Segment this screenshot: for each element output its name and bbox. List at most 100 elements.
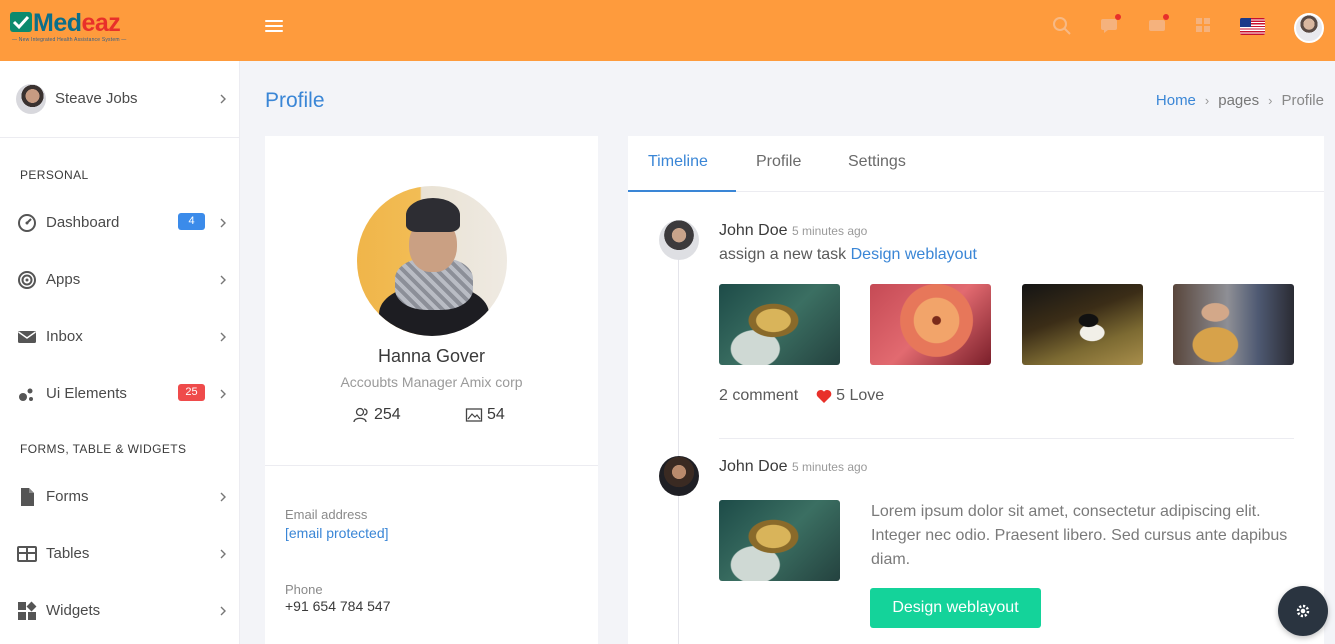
email-value[interactable]: [email protected] bbox=[285, 525, 389, 541]
timeline-text: assign a new task Design weblayout bbox=[719, 246, 977, 264]
email-label: Email address bbox=[285, 507, 368, 522]
profile-photo bbox=[357, 186, 507, 336]
gear-icon bbox=[1296, 604, 1310, 618]
chevron-right-icon bbox=[220, 275, 226, 285]
timeline-card: Timeline Profile Settings John Doe 5 min… bbox=[628, 136, 1324, 644]
timeline-line bbox=[678, 238, 679, 644]
chevron-right-icon: › bbox=[1204, 93, 1210, 108]
envelope-icon bbox=[18, 331, 36, 343]
gallery-image-crab[interactable] bbox=[719, 284, 840, 365]
count-badge: 4 bbox=[178, 213, 205, 230]
chevron-right-icon bbox=[220, 94, 226, 104]
sidebar-item-ui-elements[interactable]: Ui Elements 25 bbox=[0, 374, 240, 414]
grid-icon[interactable] bbox=[1194, 16, 1214, 36]
table-icon bbox=[17, 546, 37, 562]
top-bar: Medeaz — New Integrated Health Assistanc… bbox=[0, 0, 1335, 61]
timeline-meta: 2 comment 5 Love bbox=[719, 387, 884, 405]
sidebar-item-tables[interactable]: Tables bbox=[0, 534, 240, 574]
tab-settings[interactable]: Settings bbox=[848, 153, 906, 171]
brand-name: Medeaz bbox=[33, 9, 121, 37]
sidebar-item-label: Forms bbox=[46, 488, 89, 505]
section-label-personal: PERSONAL bbox=[20, 168, 89, 182]
active-tab-indicator bbox=[628, 190, 736, 192]
sidebar-item-label: Ui Elements bbox=[46, 385, 127, 402]
users-icon bbox=[353, 407, 368, 423]
breadcrumb-home[interactable]: Home bbox=[1156, 92, 1196, 109]
comment-count[interactable]: 2 comment bbox=[719, 387, 798, 405]
tab-profile[interactable]: Profile bbox=[756, 153, 801, 171]
hamburger-icon[interactable] bbox=[265, 17, 283, 33]
search-icon[interactable] bbox=[1052, 16, 1072, 36]
notification-dot bbox=[1115, 14, 1121, 20]
avatar[interactable] bbox=[659, 456, 699, 496]
timeline-text-body: assign a new task bbox=[719, 246, 851, 263]
author-name[interactable]: John Doe bbox=[719, 222, 788, 239]
mail-icon[interactable] bbox=[1148, 14, 1169, 36]
gallery-image-flower[interactable] bbox=[870, 284, 991, 365]
sidebar-user[interactable]: Steave Jobs bbox=[0, 61, 240, 138]
image-icon bbox=[465, 408, 483, 422]
avatar[interactable] bbox=[659, 220, 699, 260]
gallery-image-puffin[interactable] bbox=[1022, 284, 1143, 365]
page-title: Profile bbox=[265, 89, 325, 112]
divider bbox=[719, 438, 1294, 439]
brand-logo[interactable]: Medeaz — New Integrated Health Assistanc… bbox=[10, 9, 140, 46]
document-icon bbox=[21, 488, 34, 506]
chevron-right-icon: › bbox=[1268, 93, 1273, 108]
target-icon bbox=[18, 271, 36, 289]
chevron-right-icon bbox=[220, 389, 226, 399]
user-avatar[interactable] bbox=[1294, 13, 1324, 43]
author-name[interactable]: John Doe bbox=[719, 458, 788, 475]
followers-stat[interactable]: 254 bbox=[352, 406, 401, 424]
gallery-image-crab[interactable] bbox=[719, 500, 840, 581]
brand-tagline: — New Integrated Health Assistance Syste… bbox=[12, 37, 127, 43]
bubbles-icon bbox=[19, 388, 33, 401]
profile-role: Accoubts Manager Amix corp bbox=[340, 374, 523, 390]
count-badge: 25 bbox=[178, 384, 205, 401]
timeline-author: John Doe 5 minutes ago bbox=[719, 222, 867, 240]
chevron-right-icon bbox=[220, 606, 226, 616]
chevron-right-icon bbox=[220, 549, 226, 559]
love-count-button[interactable]: 5 Love bbox=[816, 387, 884, 405]
love-count: 5 Love bbox=[836, 387, 885, 404]
check-icon bbox=[10, 12, 32, 32]
dashboard-icon bbox=[18, 214, 36, 232]
task-link[interactable]: Design weblayout bbox=[851, 246, 977, 263]
tab-bar: Timeline Profile Settings bbox=[628, 136, 1324, 192]
breadcrumb-current: Profile bbox=[1281, 92, 1324, 109]
sidebar: Steave Jobs PERSONAL Dashboard 4 Apps In… bbox=[0, 61, 240, 644]
followers-count: 254 bbox=[374, 406, 401, 423]
us-flag-icon[interactable] bbox=[1240, 18, 1265, 35]
sidebar-item-label: Widgets bbox=[46, 602, 101, 619]
sidebar-item-inbox[interactable]: Inbox bbox=[0, 317, 240, 357]
avatar bbox=[16, 84, 46, 114]
breadcrumb: Home › pages › Profile bbox=[1156, 92, 1324, 109]
divider bbox=[265, 465, 598, 466]
gallery-image-man[interactable] bbox=[1173, 284, 1294, 365]
timeline-author: John Doe 5 minutes ago bbox=[719, 458, 867, 476]
profile-name: Hanna Gover bbox=[377, 346, 486, 366]
sidebar-item-forms[interactable]: Forms bbox=[0, 477, 240, 517]
sidebar-item-dashboard[interactable]: Dashboard 4 bbox=[0, 203, 240, 243]
timeline-time: 5 minutes ago bbox=[791, 224, 868, 238]
profile-card: Hanna Gover Accoubts Manager Amix corp 2… bbox=[265, 136, 598, 644]
timeline-time: 5 minutes ago bbox=[791, 460, 868, 474]
photos-stat[interactable]: 54 bbox=[465, 406, 505, 424]
message-icon[interactable] bbox=[1100, 14, 1121, 36]
breadcrumb-pages[interactable]: pages bbox=[1218, 92, 1259, 109]
section-label-forms: FORMS, TABLE & WIDGETS bbox=[20, 442, 187, 456]
tab-timeline[interactable]: Timeline bbox=[648, 153, 708, 171]
phone-label: Phone bbox=[285, 582, 323, 597]
sidebar-item-label: Tables bbox=[46, 545, 90, 562]
settings-fab[interactable] bbox=[1278, 586, 1328, 636]
design-weblayout-button[interactable]: Design weblayout bbox=[870, 588, 1041, 628]
sidebar-item-apps[interactable]: Apps bbox=[0, 260, 240, 300]
sidebar-item-label: Dashboard bbox=[46, 214, 120, 231]
phone-value: +91 654 784 547 bbox=[285, 598, 391, 614]
heart-icon bbox=[816, 389, 832, 403]
sidebar-user-name: Steave Jobs bbox=[55, 90, 138, 107]
sidebar-item-label: Inbox bbox=[46, 328, 83, 345]
notification-dot bbox=[1163, 14, 1169, 20]
sidebar-item-widgets[interactable]: Widgets bbox=[0, 591, 240, 631]
chevron-right-icon bbox=[220, 218, 226, 228]
